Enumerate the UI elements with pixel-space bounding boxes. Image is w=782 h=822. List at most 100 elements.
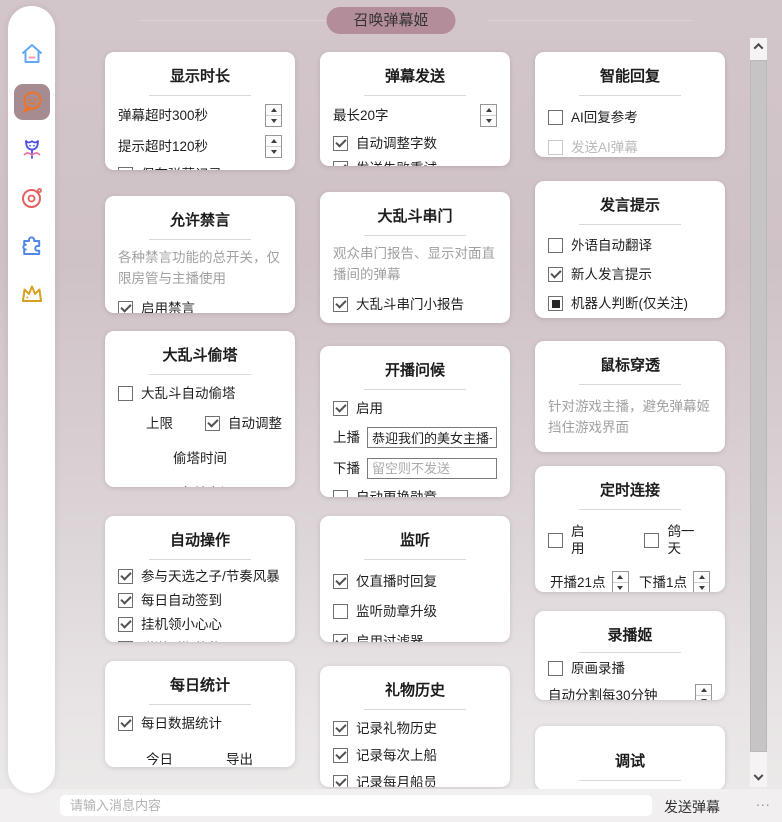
ai-reference-checkbox[interactable] [548,110,563,125]
newcomer-checkbox[interactable] [548,267,563,282]
summon-danmaku-button[interactable]: 召唤弹幕姬 [326,7,455,34]
record-crew-checkbox[interactable] [333,775,348,787]
card-recorder: 录播姬 原画录播 自动分割每30分钟 [535,611,725,700]
enable-ban-label: 启用禁言 [141,300,195,313]
tip-timeout-spinner[interactable] [265,135,282,158]
lottery-label: 参与天选之子/节奏风暴 [141,568,280,585]
card-title: 鼠标穿透 [548,354,712,375]
on-stream-input[interactable] [367,427,497,448]
auto-adjust-length-checkbox[interactable] [333,136,348,151]
spin-down-icon[interactable] [266,115,281,126]
tip-timeout-row: 提示超时120秒 [118,135,282,158]
idle-hearts-checkbox[interactable] [118,617,133,632]
spin-down-icon[interactable] [694,582,709,592]
export-button[interactable]: 导出 [226,748,253,767]
spin-down-icon[interactable] [696,695,711,700]
card-title-divider [364,95,466,96]
sidebar-item-flower[interactable] [14,132,50,168]
visit-report-checkbox[interactable] [333,297,348,312]
spin-up-icon[interactable] [266,105,281,115]
danmaku-timeout-spinner[interactable] [265,104,282,127]
auto-medal-checkbox[interactable] [333,490,348,497]
end-hour-label: 下播1点 [639,574,687,591]
max-length-spinner[interactable] [480,104,497,127]
spin-up-icon[interactable] [613,572,628,582]
auto-adjust-length-label: 自动调整字数 [356,135,437,152]
card-auto-operations: 自动操作 参与天选之子/节奏风暴 每日自动签到 挂机领小心心 赠送到期礼物 [105,516,295,642]
spin-down-icon[interactable] [266,146,281,157]
sidebar-item-crown[interactable] [14,276,50,312]
card-title: 开播问候 [333,359,497,380]
retry-checkbox[interactable] [333,161,348,166]
off-stream-input[interactable] [367,458,497,479]
expiring-gifts-row: 赠送到期礼物 [118,640,282,642]
sidebar-item-puzzle[interactable] [14,228,50,264]
translate-row: 外语自动翻译 [548,237,712,254]
save-record-checkbox[interactable] [118,167,133,170]
live-only-label: 仅直播时回复 [356,573,437,590]
chat-face-icon [19,89,45,115]
raw-record-row: 原画录播 [548,660,712,677]
timed-enable-checkbox[interactable] [548,533,563,548]
card-title-divider [579,384,681,385]
record-gifts-checkbox[interactable] [333,721,348,736]
skip-day-checkbox[interactable] [644,533,659,548]
sidebar-item-disc[interactable] [14,180,50,216]
auto-adjust-checkbox[interactable] [205,416,220,431]
card-brawl-tower: 大乱斗偷塔 大乱斗自动偷塔 上限 自动调整 偷塔时间 黑名单房间 [105,331,295,487]
title-divider-right [488,20,693,21]
start-hour-label: 开播21点 [550,574,606,591]
record-boarding-label: 记录每次上船 [356,747,437,764]
robot-judge-checkbox[interactable] [548,296,563,311]
scroll-down-button[interactable] [750,770,767,787]
scrollbar-thumb[interactable] [750,60,767,752]
card-danmaku-send: 弹幕发送 最长20字 自动调整字数 发送失败重试 [320,52,510,166]
live-only-checkbox[interactable] [333,574,348,589]
composer-bar: 发送弹幕 ... [0,789,782,822]
filter-checkbox[interactable] [333,634,348,642]
start-hour-spinner[interactable] [612,571,629,592]
expiring-gifts-checkbox[interactable] [118,641,133,642]
card-title: 监听 [333,529,497,550]
more-button[interactable]: ... [750,792,777,810]
vertical-scrollbar[interactable] [750,38,767,787]
daily-stats-checkbox[interactable] [118,716,133,731]
lottery-checkbox[interactable] [118,569,133,584]
medal-upgrade-checkbox[interactable] [333,604,348,619]
card-title-divider [364,389,466,390]
spin-up-icon[interactable] [694,572,709,582]
spin-up-icon[interactable] [266,136,281,146]
card-listen: 监听 仅直播时回复 监听勋章升级 启用过滤器 [320,516,510,642]
raw-record-checkbox[interactable] [548,661,563,676]
scroll-up-button[interactable] [750,38,767,55]
spin-down-icon[interactable] [613,582,628,592]
daily-stats-label: 每日数据统计 [141,715,222,732]
mouse-through-description: 针对游戏主播，避免弹幕姬挡住游戏界面 [548,397,712,439]
greeting-enable-checkbox[interactable] [333,401,348,416]
save-record-label: 保存弹幕记录 [141,166,222,170]
today-button[interactable]: 今日 [146,748,173,767]
enable-ban-checkbox[interactable] [118,301,133,313]
sign-in-checkbox[interactable] [118,593,133,608]
timed-enable-label: 启用 [571,523,596,557]
sidebar-item-danmaku[interactable] [14,84,50,120]
send-danmaku-button[interactable]: 发送弹幕 [664,797,720,817]
card-title-divider [149,374,251,375]
spin-up-icon[interactable] [696,685,711,695]
spin-down-icon[interactable] [481,115,496,126]
auto-steal-checkbox[interactable] [118,386,133,401]
split-spinner[interactable] [695,684,712,700]
retry-row: 发送失败重试 [333,160,497,166]
end-hour-spinner[interactable] [693,571,710,592]
send-ai-checkbox [548,140,563,155]
translate-checkbox[interactable] [548,238,563,253]
retry-label: 发送失败重试 [356,160,437,166]
spin-up-icon[interactable] [481,105,496,115]
sidebar-item-home[interactable] [14,36,50,72]
message-input[interactable] [60,795,652,816]
idle-hearts-row: 挂机领小心心 [118,616,282,633]
robot-judge-row: 机器人判断(仅关注) [548,295,712,312]
filter-label: 启用过滤器 [356,633,424,642]
record-boarding-checkbox[interactable] [333,748,348,763]
chevron-up-icon [754,43,764,53]
